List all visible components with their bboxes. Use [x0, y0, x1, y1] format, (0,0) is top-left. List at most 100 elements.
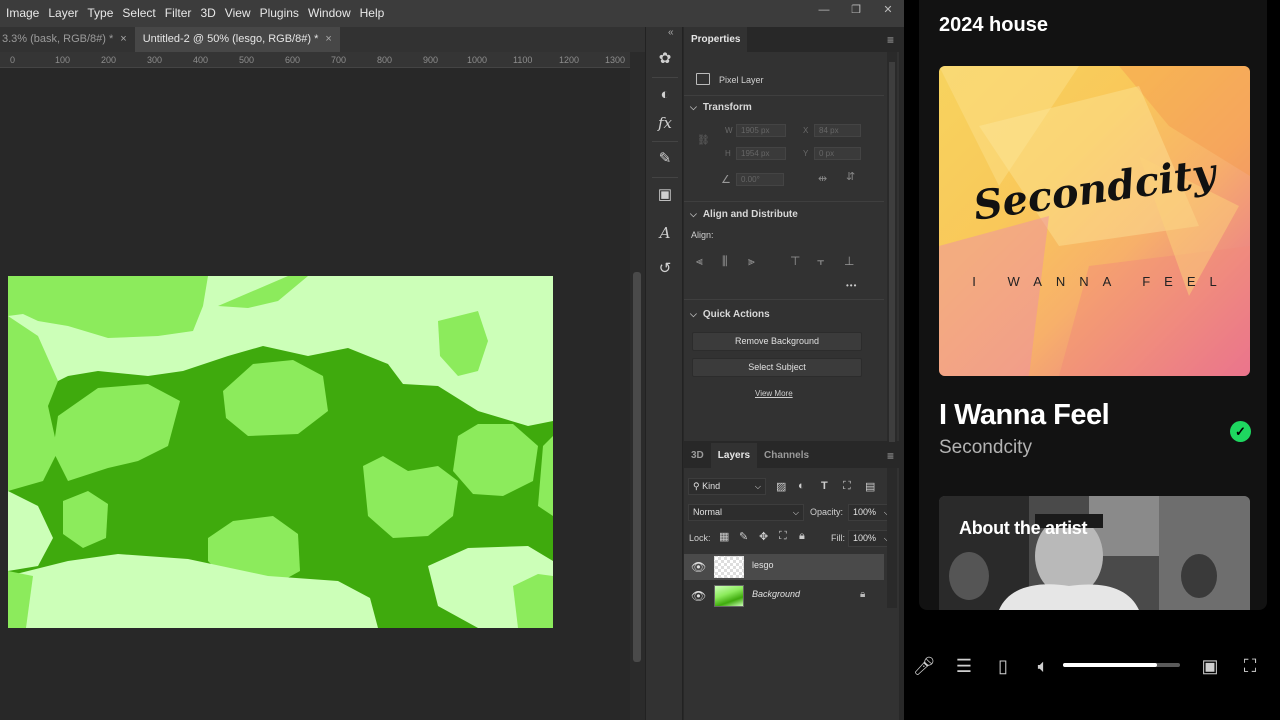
close-tab-icon[interactable]: × [325, 33, 331, 45]
height-label: H [725, 149, 731, 158]
lock-label: Lock: [689, 533, 711, 543]
ruler-tick: 700 [331, 55, 347, 65]
layer-thumbnail [714, 556, 744, 578]
menu-select[interactable]: Select [122, 0, 155, 27]
tab-properties[interactable]: Properties [684, 27, 748, 52]
character-icon[interactable]: A [655, 223, 675, 243]
tab-untitled-2[interactable]: Untitled-2 @ 50% (lesgo, RGB/8#) * × [134, 27, 340, 52]
canvas-artwork[interactable] [8, 276, 553, 628]
ruler-tick: 1100 [513, 55, 533, 65]
adjustments-icon[interactable]: ◐ [655, 85, 675, 105]
link-icon[interactable]: ⛓ [697, 135, 710, 146]
align-header[interactable]: ⌵ Align and Distribute [690, 209, 798, 220]
canvas-scrollbar[interactable] [630, 52, 645, 720]
align-bottom-icon[interactable]: ⊥ [844, 254, 854, 268]
lock-transparent-icon[interactable]: ▦ [719, 530, 729, 543]
menu-3d[interactable]: 3D [200, 0, 215, 27]
quick-actions-header[interactable]: ⌵ Quick Actions [690, 309, 770, 320]
volume-slider[interactable] [1063, 663, 1180, 667]
menu-help[interactable]: Help [360, 0, 385, 27]
collapse-panels-icon[interactable]: « [668, 27, 674, 38]
layer-filter-select[interactable]: ⚲ Kind ⌵ [688, 478, 766, 495]
lock-artboard-icon[interactable]: ⛶ [779, 530, 787, 543]
menu-filter[interactable]: Filter [165, 0, 192, 27]
layer-name[interactable]: lesgo [752, 560, 774, 570]
layer-row-background[interactable]: 👁︎ Background 🔒︎ [684, 583, 884, 609]
panel-menu-icon[interactable]: ≡ [887, 33, 894, 47]
view-more-link[interactable]: View More [755, 389, 793, 398]
flip-horizontal-icon[interactable]: ⇹ [818, 172, 827, 185]
tab-bask[interactable]: 3.3% (bask, RGB/8#) * × [0, 27, 135, 52]
filter-smart-object-icon[interactable]: ▤ [865, 480, 875, 493]
artist-name[interactable]: Secondcity [939, 437, 1032, 459]
device-icon[interactable]: ▯ [991, 654, 1015, 678]
panel-menu-icon[interactable]: ≡ [887, 449, 894, 463]
scrollbar-thumb[interactable] [633, 272, 641, 662]
divider [684, 299, 884, 300]
restore-button[interactable]: ❐ [840, 0, 872, 20]
playlist-title[interactable]: 2024 house [939, 14, 1048, 37]
queue-icon[interactable]: ☰ [952, 654, 976, 678]
filter-adjustment-icon[interactable]: ◐ [798, 480, 805, 492]
align-hcenter-icon[interactable]: ⫼ [722, 254, 728, 269]
libraries-icon[interactable]: ✿ [655, 49, 675, 69]
song-title[interactable]: I Wanna Feel [939, 399, 1110, 432]
close-tab-icon[interactable]: × [120, 33, 126, 45]
about-the-artist-card[interactable]: About the artist [939, 496, 1250, 610]
more-options-icon[interactable]: ••• [846, 281, 857, 290]
close-window-button[interactable]: ✕ [872, 0, 904, 20]
tab-layers[interactable]: Layers [710, 443, 758, 468]
glyphs-icon[interactable]: ▣ [655, 185, 675, 205]
lock-all-icon[interactable]: 🔒︎ [799, 530, 805, 543]
layer-thumbnail [714, 585, 744, 607]
search-icon: ⚲ [693, 481, 703, 491]
layer-name[interactable]: Background [752, 589, 800, 599]
align-top-icon[interactable]: ⊤ [790, 254, 800, 268]
align-vcenter-icon[interactable]: ⫟ [817, 254, 824, 269]
align-right-icon[interactable]: ⫸ [748, 254, 755, 269]
miniplayer-icon[interactable]: ▣ [1198, 654, 1222, 678]
visibility-eye-icon[interactable]: 👁︎ [691, 560, 706, 574]
remove-background-button[interactable]: Remove Background [692, 332, 862, 351]
menu-plugins[interactable]: Plugins [260, 0, 299, 27]
volume-icon[interactable]: 🔈︎ [1031, 654, 1055, 678]
tab-channels[interactable]: Channels [757, 443, 816, 468]
visibility-eye-icon[interactable]: 👁︎ [691, 589, 706, 603]
tab-3d[interactable]: 3D [684, 443, 711, 468]
y-field[interactable]: 0 px [814, 147, 861, 160]
y-label: Y [803, 149, 809, 158]
properties-scrollbar[interactable] [887, 52, 897, 442]
filter-pixel-icon[interactable]: ▨ [776, 480, 786, 493]
x-field[interactable]: 84 px [814, 124, 861, 137]
filter-type-icon[interactable]: T [821, 480, 828, 492]
about-title: About the artist [959, 518, 1088, 538]
menu-view[interactable]: View [225, 0, 251, 27]
brush-settings-icon[interactable]: ✎ [655, 149, 675, 169]
blend-mode-select[interactable]: Normal ⌵ [688, 504, 804, 521]
angle-field[interactable]: 0.00° [736, 173, 784, 186]
fullscreen-icon[interactable]: ⛶ [1238, 654, 1262, 678]
history-icon[interactable]: ↺ [655, 259, 675, 279]
menu-layer[interactable]: Layer [48, 0, 78, 27]
align-left-icon[interactable]: ⫷ [696, 254, 703, 269]
lock-position-icon[interactable]: ✥ [759, 530, 768, 543]
microphone-icon[interactable]: 🎤︎ [912, 654, 936, 678]
lock-image-icon[interactable]: ✎ [739, 530, 748, 543]
menu-window[interactable]: Window [308, 0, 351, 27]
menu-type[interactable]: Type [87, 0, 113, 27]
layers-scrollbar[interactable] [887, 468, 897, 608]
menu-image[interactable]: Image [6, 0, 39, 27]
scrollbar-thumb[interactable] [889, 62, 895, 442]
width-field[interactable]: 1905 px [736, 124, 786, 137]
flip-vertical-icon[interactable]: ⇵ [846, 170, 855, 183]
liked-check-icon[interactable]: ✓ [1230, 421, 1251, 442]
filter-shape-icon[interactable]: ⛶ [843, 480, 851, 493]
styles-icon[interactable]: fx [655, 113, 675, 133]
ruler-tick: 600 [285, 55, 301, 65]
pixel-layer-icon [696, 73, 710, 85]
select-subject-button[interactable]: Select Subject [692, 358, 862, 377]
minimize-button[interactable]: — [808, 0, 840, 20]
height-field[interactable]: 1954 px [736, 147, 786, 160]
transform-header[interactable]: ⌵ Transform [690, 102, 752, 113]
layer-row-lesgo[interactable]: 👁︎ lesgo [684, 554, 884, 580]
